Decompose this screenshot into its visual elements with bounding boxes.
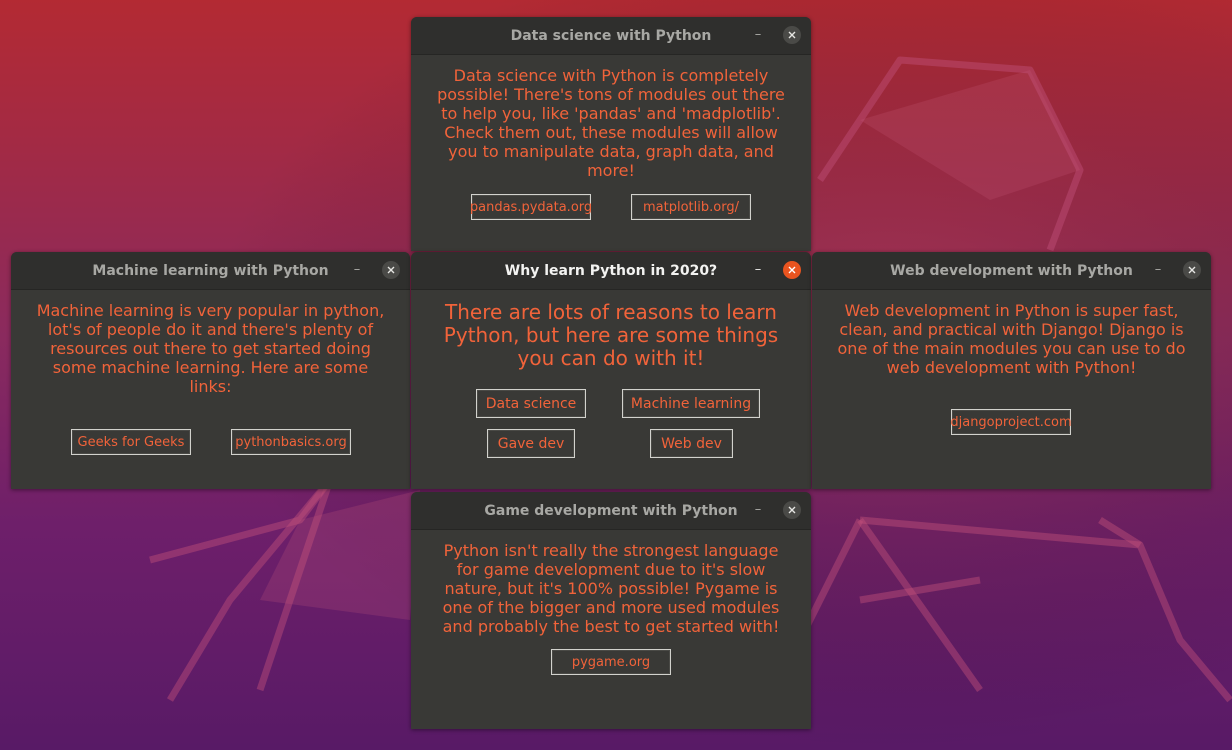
machine-learning-button[interactable]: Machine learning — [622, 389, 760, 418]
titlebar[interactable]: Game development with Python – — [411, 492, 811, 530]
titlebar[interactable]: Why learn Python in 2020? – — [411, 252, 811, 290]
close-icon[interactable] — [783, 26, 801, 44]
pythonbasics-link-button[interactable]: pythonbasics.org — [231, 429, 351, 455]
pandas-link-button[interactable]: pandas.pydata.org — [470, 194, 592, 220]
data-science-description: Data science with Python is completely p… — [437, 66, 785, 180]
pygame-link-button[interactable]: pygame.org — [551, 649, 671, 675]
machine-learning-description: Machine learning is very popular in pyth… — [36, 301, 385, 396]
web-development-window: Web development with Python – Web develo… — [812, 252, 1211, 489]
close-icon[interactable] — [783, 501, 801, 519]
close-icon[interactable] — [783, 261, 801, 279]
minimize-icon[interactable]: – — [749, 501, 767, 519]
game-development-window: Game development with Python – Python is… — [411, 492, 811, 729]
window-title: Why learn Python in 2020? — [504, 262, 718, 279]
game-development-description: Python isn't really the strongest langua… — [442, 541, 780, 636]
window-title: Machine learning with Python — [92, 262, 329, 279]
window-title: Data science with Python — [510, 27, 712, 44]
close-icon[interactable] — [382, 261, 400, 279]
data-science-button[interactable]: Data science — [476, 389, 586, 418]
web-development-description: Web development in Python is super fast,… — [837, 301, 1186, 377]
minimize-icon[interactable]: – — [749, 26, 767, 44]
data-science-window: Data science with Python – Data science … — [411, 17, 811, 251]
matplotlib-link-button[interactable]: matplotlib.org/ — [631, 194, 751, 220]
main-window: Why learn Python in 2020? – There are lo… — [411, 252, 811, 489]
minimize-icon[interactable]: – — [348, 261, 366, 279]
titlebar[interactable]: Data science with Python – — [411, 17, 811, 55]
geeks-for-geeks-link-button[interactable]: Geeks for Geeks — [71, 429, 191, 455]
window-title: Game development with Python — [484, 502, 738, 519]
close-icon[interactable] — [1183, 261, 1201, 279]
djangoproject-link-button[interactable]: djangoproject.com — [950, 409, 1072, 435]
titlebar[interactable]: Web development with Python – — [812, 252, 1211, 290]
game-dev-button[interactable]: Gave dev — [487, 429, 575, 458]
titlebar[interactable]: Machine learning with Python – — [11, 252, 410, 290]
machine-learning-window: Machine learning with Python – Machine l… — [11, 252, 410, 489]
intro-description: There are lots of reasons to learn Pytho… — [443, 300, 779, 370]
minimize-icon[interactable]: – — [1149, 261, 1167, 279]
minimize-icon[interactable]: – — [749, 261, 767, 279]
window-title: Web development with Python — [890, 262, 1133, 279]
web-dev-button[interactable]: Web dev — [650, 429, 733, 458]
